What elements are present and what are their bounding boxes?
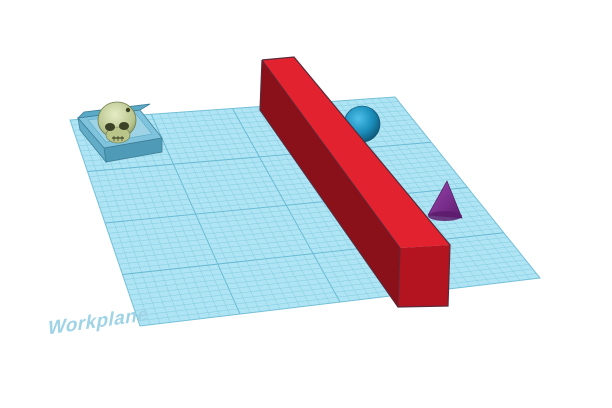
workplane-label: Workplane: [46, 303, 150, 339]
scene-canvas[interactable]: Workplane: [0, 0, 612, 408]
3d-viewport[interactable]: Workplane: [0, 0, 612, 408]
box-front-face[interactable]: [398, 245, 450, 307]
